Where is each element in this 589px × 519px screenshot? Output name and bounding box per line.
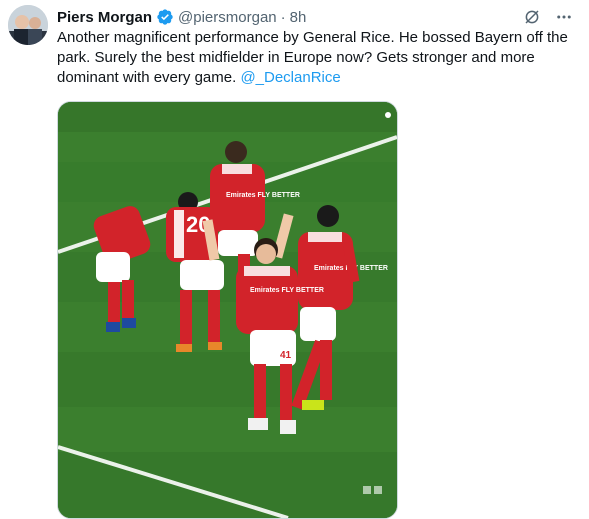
tweet-card[interactable]: Piers Morgan @piersmorgan · 8h Another m… xyxy=(0,0,589,519)
mention-link[interactable]: @_DeclanRice xyxy=(240,69,340,86)
tweet-text: Another magnificent performance by Gener… xyxy=(57,28,577,88)
tweet-photo[interactable]: 20 Emirates FLY BETTER Emirates BETTER E… xyxy=(57,101,398,519)
tweet-header: Piers Morgan @piersmorgan · 8h xyxy=(57,7,306,27)
author-name[interactable]: Piers Morgan xyxy=(57,9,152,26)
shirt-number-41: 41 xyxy=(280,350,292,361)
shirt-sponsor-1: Emirates FLY BETTER xyxy=(226,192,300,199)
author-handle[interactable]: @piersmorgan xyxy=(178,9,277,26)
avatar[interactable] xyxy=(8,5,48,45)
verified-badge-icon xyxy=(156,8,174,26)
shirt-sponsor-3: Emirates FLY BETTER xyxy=(250,287,324,294)
more-options-icon[interactable] xyxy=(553,6,575,28)
separator-dot: · xyxy=(280,8,286,26)
tweet-timestamp[interactable]: 8h xyxy=(290,9,307,26)
grok-icon[interactable] xyxy=(521,6,543,28)
